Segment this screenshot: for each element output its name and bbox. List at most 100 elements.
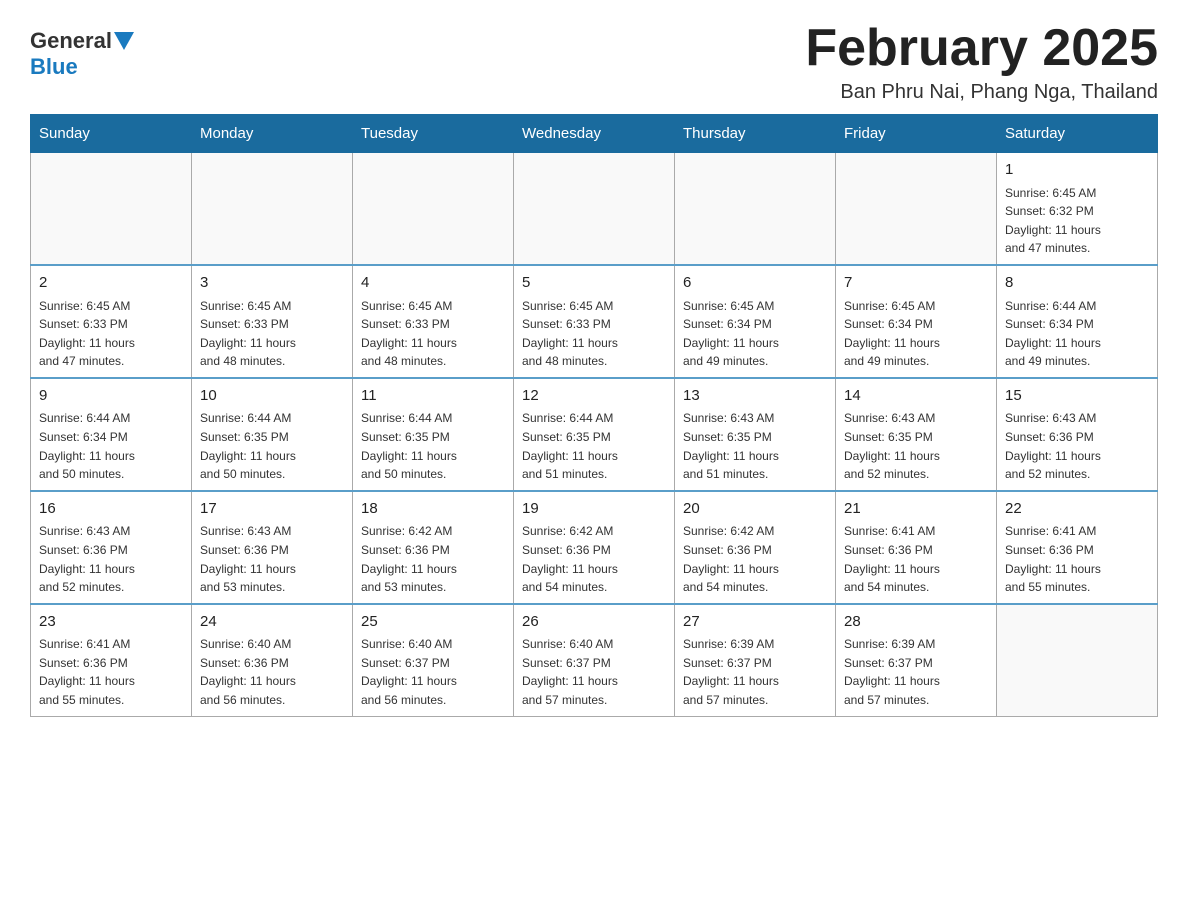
page-subtitle: Ban Phru Nai, Phang Nga, Thailand <box>805 81 1158 104</box>
calendar-day: 8Sunrise: 6:44 AMSunset: 6:34 PMDaylight… <box>997 265 1158 378</box>
day-number: 28 <box>844 611 988 634</box>
day-info: Sunrise: 6:45 AMSunset: 6:33 PMDaylight:… <box>361 297 505 371</box>
calendar-day <box>514 153 675 265</box>
weekday-header-wednesday: Wednesday <box>514 115 675 153</box>
calendar-day: 5Sunrise: 6:45 AMSunset: 6:33 PMDaylight… <box>514 265 675 378</box>
calendar-day: 13Sunrise: 6:43 AMSunset: 6:35 PMDayligh… <box>675 378 836 491</box>
day-number: 7 <box>844 272 988 295</box>
day-number: 27 <box>683 611 827 634</box>
day-number: 22 <box>1005 498 1149 521</box>
day-info: Sunrise: 6:41 AMSunset: 6:36 PMDaylight:… <box>844 522 988 596</box>
day-number: 5 <box>522 272 666 295</box>
logo-general-text: General <box>30 28 112 54</box>
day-info: Sunrise: 6:40 AMSunset: 6:37 PMDaylight:… <box>522 635 666 709</box>
day-info: Sunrise: 6:43 AMSunset: 6:35 PMDaylight:… <box>844 409 988 483</box>
day-info: Sunrise: 6:44 AMSunset: 6:34 PMDaylight:… <box>39 409 183 483</box>
day-number: 19 <box>522 498 666 521</box>
day-info: Sunrise: 6:43 AMSunset: 6:35 PMDaylight:… <box>683 409 827 483</box>
page-title: February 2025 <box>805 20 1158 77</box>
logo: General Blue <box>30 28 136 80</box>
day-info: Sunrise: 6:43 AMSunset: 6:36 PMDaylight:… <box>200 522 344 596</box>
calendar-day: 1Sunrise: 6:45 AMSunset: 6:32 PMDaylight… <box>997 153 1158 265</box>
calendar-day: 12Sunrise: 6:44 AMSunset: 6:35 PMDayligh… <box>514 378 675 491</box>
day-number: 12 <box>522 385 666 408</box>
calendar-table: SundayMondayTuesdayWednesdayThursdayFrid… <box>30 114 1158 716</box>
day-number: 6 <box>683 272 827 295</box>
day-number: 16 <box>39 498 183 521</box>
calendar-day <box>997 604 1158 716</box>
calendar-day <box>836 153 997 265</box>
day-info: Sunrise: 6:45 AMSunset: 6:33 PMDaylight:… <box>522 297 666 371</box>
day-number: 9 <box>39 385 183 408</box>
weekday-header-friday: Friday <box>836 115 997 153</box>
day-info: Sunrise: 6:44 AMSunset: 6:34 PMDaylight:… <box>1005 297 1149 371</box>
logo-blue-text: Blue <box>30 54 78 79</box>
day-number: 15 <box>1005 385 1149 408</box>
calendar-day: 10Sunrise: 6:44 AMSunset: 6:35 PMDayligh… <box>192 378 353 491</box>
day-info: Sunrise: 6:43 AMSunset: 6:36 PMDaylight:… <box>39 522 183 596</box>
calendar-day <box>675 153 836 265</box>
day-info: Sunrise: 6:42 AMSunset: 6:36 PMDaylight:… <box>683 522 827 596</box>
weekday-header-saturday: Saturday <box>997 115 1158 153</box>
day-number: 23 <box>39 611 183 634</box>
calendar-day: 6Sunrise: 6:45 AMSunset: 6:34 PMDaylight… <box>675 265 836 378</box>
day-info: Sunrise: 6:45 AMSunset: 6:32 PMDaylight:… <box>1005 184 1149 258</box>
day-number: 8 <box>1005 272 1149 295</box>
calendar-day: 9Sunrise: 6:44 AMSunset: 6:34 PMDaylight… <box>31 378 192 491</box>
day-number: 18 <box>361 498 505 521</box>
day-info: Sunrise: 6:42 AMSunset: 6:36 PMDaylight:… <box>361 522 505 596</box>
calendar-day: 28Sunrise: 6:39 AMSunset: 6:37 PMDayligh… <box>836 604 997 716</box>
calendar-week-3: 9Sunrise: 6:44 AMSunset: 6:34 PMDaylight… <box>31 378 1158 491</box>
day-number: 4 <box>361 272 505 295</box>
calendar-day: 27Sunrise: 6:39 AMSunset: 6:37 PMDayligh… <box>675 604 836 716</box>
calendar-day: 18Sunrise: 6:42 AMSunset: 6:36 PMDayligh… <box>353 491 514 604</box>
day-number: 13 <box>683 385 827 408</box>
calendar-week-4: 16Sunrise: 6:43 AMSunset: 6:36 PMDayligh… <box>31 491 1158 604</box>
day-number: 3 <box>200 272 344 295</box>
calendar-day: 19Sunrise: 6:42 AMSunset: 6:36 PMDayligh… <box>514 491 675 604</box>
day-info: Sunrise: 6:45 AMSunset: 6:33 PMDaylight:… <box>200 297 344 371</box>
calendar-day <box>353 153 514 265</box>
calendar-header-row: SundayMondayTuesdayWednesdayThursdayFrid… <box>31 115 1158 153</box>
day-info: Sunrise: 6:44 AMSunset: 6:35 PMDaylight:… <box>361 409 505 483</box>
day-info: Sunrise: 6:42 AMSunset: 6:36 PMDaylight:… <box>522 522 666 596</box>
day-info: Sunrise: 6:43 AMSunset: 6:36 PMDaylight:… <box>1005 409 1149 483</box>
day-number: 11 <box>361 385 505 408</box>
calendar-day: 15Sunrise: 6:43 AMSunset: 6:36 PMDayligh… <box>997 378 1158 491</box>
calendar-day: 25Sunrise: 6:40 AMSunset: 6:37 PMDayligh… <box>353 604 514 716</box>
day-number: 21 <box>844 498 988 521</box>
day-number: 1 <box>1005 159 1149 182</box>
day-info: Sunrise: 6:45 AMSunset: 6:33 PMDaylight:… <box>39 297 183 371</box>
day-info: Sunrise: 6:45 AMSunset: 6:34 PMDaylight:… <box>844 297 988 371</box>
calendar-day: 22Sunrise: 6:41 AMSunset: 6:36 PMDayligh… <box>997 491 1158 604</box>
logo-triangle-icon <box>114 32 134 50</box>
day-info: Sunrise: 6:44 AMSunset: 6:35 PMDaylight:… <box>522 409 666 483</box>
page-header: General Blue February 2025 Ban Phru Nai,… <box>30 20 1158 104</box>
weekday-header-sunday: Sunday <box>31 115 192 153</box>
day-number: 2 <box>39 272 183 295</box>
day-info: Sunrise: 6:41 AMSunset: 6:36 PMDaylight:… <box>39 635 183 709</box>
calendar-day: 14Sunrise: 6:43 AMSunset: 6:35 PMDayligh… <box>836 378 997 491</box>
day-info: Sunrise: 6:41 AMSunset: 6:36 PMDaylight:… <box>1005 522 1149 596</box>
day-info: Sunrise: 6:44 AMSunset: 6:35 PMDaylight:… <box>200 409 344 483</box>
day-info: Sunrise: 6:40 AMSunset: 6:36 PMDaylight:… <box>200 635 344 709</box>
calendar-day: 24Sunrise: 6:40 AMSunset: 6:36 PMDayligh… <box>192 604 353 716</box>
day-number: 25 <box>361 611 505 634</box>
calendar-day: 11Sunrise: 6:44 AMSunset: 6:35 PMDayligh… <box>353 378 514 491</box>
day-number: 20 <box>683 498 827 521</box>
day-number: 14 <box>844 385 988 408</box>
calendar-day: 26Sunrise: 6:40 AMSunset: 6:37 PMDayligh… <box>514 604 675 716</box>
day-info: Sunrise: 6:40 AMSunset: 6:37 PMDaylight:… <box>361 635 505 709</box>
calendar-week-5: 23Sunrise: 6:41 AMSunset: 6:36 PMDayligh… <box>31 604 1158 716</box>
calendar-day: 23Sunrise: 6:41 AMSunset: 6:36 PMDayligh… <box>31 604 192 716</box>
calendar-day: 20Sunrise: 6:42 AMSunset: 6:36 PMDayligh… <box>675 491 836 604</box>
calendar-day: 7Sunrise: 6:45 AMSunset: 6:34 PMDaylight… <box>836 265 997 378</box>
calendar-week-2: 2Sunrise: 6:45 AMSunset: 6:33 PMDaylight… <box>31 265 1158 378</box>
weekday-header-thursday: Thursday <box>675 115 836 153</box>
calendar-day: 2Sunrise: 6:45 AMSunset: 6:33 PMDaylight… <box>31 265 192 378</box>
day-info: Sunrise: 6:39 AMSunset: 6:37 PMDaylight:… <box>683 635 827 709</box>
day-number: 10 <box>200 385 344 408</box>
weekday-header-monday: Monday <box>192 115 353 153</box>
calendar-day: 4Sunrise: 6:45 AMSunset: 6:33 PMDaylight… <box>353 265 514 378</box>
day-info: Sunrise: 6:45 AMSunset: 6:34 PMDaylight:… <box>683 297 827 371</box>
